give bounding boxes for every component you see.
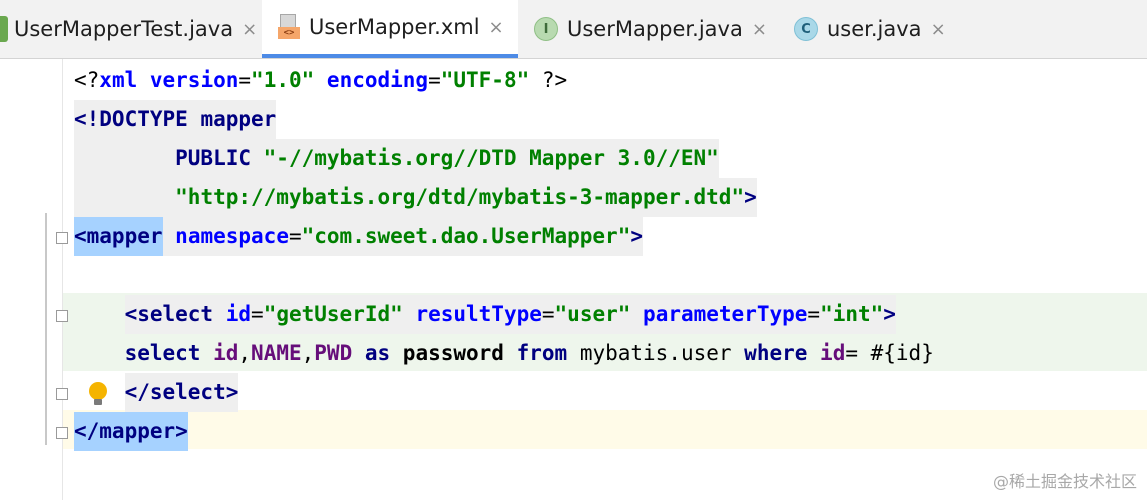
code-line-9: </select> bbox=[74, 373, 239, 412]
code-line-2: <!DOCTYPE mapper bbox=[74, 100, 277, 139]
code-line-1: <?xml version="1.0" encoding="UTF-8" ?> bbox=[74, 68, 568, 92]
fold-marker[interactable] bbox=[56, 232, 68, 244]
tab-usermapper-java[interactable]: I UserMapper.java × bbox=[518, 0, 776, 58]
code-line-10: </mapper> bbox=[74, 412, 188, 451]
close-icon[interactable]: × bbox=[931, 19, 946, 40]
tab-usermapper-xml[interactable]: <> UserMapper.xml × bbox=[262, 0, 518, 58]
close-icon[interactable]: × bbox=[752, 19, 767, 40]
code-line-8: select id,NAME,PWD as password from myba… bbox=[124, 341, 934, 365]
code-line-4: "http://mybatis.org/dtd/mybatis-3-mapper… bbox=[74, 178, 757, 217]
java-class-icon: C bbox=[794, 17, 818, 41]
java-interface-icon: I bbox=[534, 17, 558, 41]
code-line-7: <select id="getUserId" resultType="user"… bbox=[74, 295, 896, 334]
tab-label: user.java bbox=[827, 17, 922, 41]
tab-label: UserMapper.java bbox=[567, 17, 743, 41]
fold-guide bbox=[45, 213, 47, 445]
close-icon[interactable]: × bbox=[489, 17, 504, 38]
watermark: @稀土掘金技术社区 bbox=[992, 472, 1137, 491]
editor-gutter bbox=[0, 59, 68, 500]
java-test-class-icon bbox=[0, 16, 8, 42]
tab-user-java[interactable]: C user.java × bbox=[776, 0, 956, 58]
fold-marker[interactable] bbox=[56, 427, 68, 439]
code-line-5: <mapper namespace="com.sweet.dao.UserMap… bbox=[74, 217, 644, 256]
tab-usermappertest-java[interactable]: UserMapperTest.java × bbox=[0, 0, 262, 58]
xml-file-icon: <> bbox=[278, 14, 300, 40]
fold-marker[interactable] bbox=[56, 388, 68, 400]
close-icon[interactable]: × bbox=[242, 19, 257, 40]
tab-label: UserMapper.xml bbox=[309, 15, 480, 39]
code-line-3: PUBLIC "-//mybatis.org//DTD Mapper 3.0//… bbox=[74, 139, 719, 178]
tab-label: UserMapperTest.java bbox=[14, 17, 234, 41]
editor-tab-bar: UserMapperTest.java × <> UserMapper.xml … bbox=[0, 0, 1147, 59]
fold-marker[interactable] bbox=[56, 310, 68, 322]
code-editor[interactable]: <?xml version="1.0" encoding="UTF-8" ?> … bbox=[0, 59, 1147, 500]
